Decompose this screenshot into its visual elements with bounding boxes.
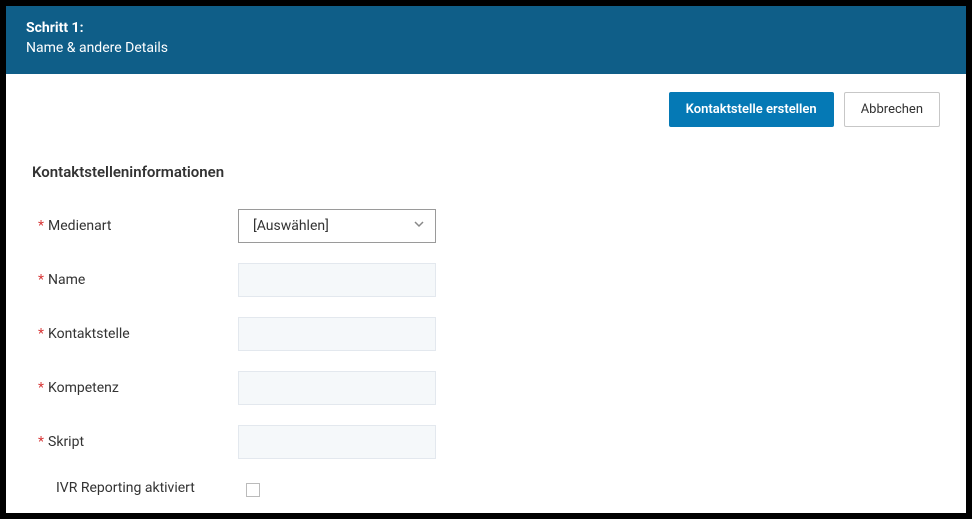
label-text: IVR Reporting aktiviert (56, 479, 195, 497)
label-ivr-reporting: IVR Reporting aktiviert (38, 479, 238, 497)
step-label: Schritt 1: (26, 20, 946, 36)
skill-input[interactable] (238, 371, 436, 405)
required-asterisk: * (38, 218, 44, 234)
label-media-type: * Medienart (38, 218, 238, 234)
chevron-down-icon (413, 218, 425, 234)
script-input[interactable] (238, 425, 436, 459)
media-type-select[interactable]: [Auswählen] (238, 209, 436, 243)
ivr-reporting-checkbox[interactable] (246, 483, 260, 497)
row-name: * Name (38, 263, 940, 297)
section-title: Kontaktstelleninformationen (32, 163, 940, 181)
label-text: Kompetenz (48, 380, 119, 396)
label-text: Medienart (48, 218, 111, 234)
row-skill: * Kompetenz (38, 371, 940, 405)
row-script: * Skript (38, 425, 940, 459)
label-script: * Skript (38, 434, 238, 450)
wizard-header: Schritt 1: Name & andere Details (6, 6, 966, 74)
contact-point-input[interactable] (238, 317, 436, 351)
step-subtitle: Name & andere Details (26, 40, 946, 56)
required-asterisk: * (38, 380, 44, 396)
row-ivr-reporting: IVR Reporting aktiviert (38, 479, 940, 497)
label-text: Skript (48, 434, 84, 450)
cancel-button[interactable]: Abbrechen (844, 92, 940, 127)
form-rows: * Medienart [Auswählen] * Name (32, 209, 940, 497)
label-text: Name (48, 272, 85, 288)
create-button[interactable]: Kontaktstelle erstellen (669, 92, 834, 127)
label-text: Kontaktstelle (48, 326, 130, 342)
row-contact-point: * Kontaktstelle (38, 317, 940, 351)
required-asterisk: * (38, 326, 44, 342)
content: Kontaktstelle erstellen Abbrechen Kontak… (6, 74, 966, 513)
required-asterisk: * (38, 272, 44, 288)
select-value: [Auswählen] (253, 218, 329, 234)
label-skill: * Kompetenz (38, 380, 238, 396)
name-input[interactable] (238, 263, 436, 297)
row-media-type: * Medienart [Auswählen] (38, 209, 940, 243)
required-asterisk: * (38, 434, 44, 450)
label-name: * Name (38, 272, 238, 288)
action-bar: Kontaktstelle erstellen Abbrechen (32, 92, 940, 127)
label-contact-point: * Kontaktstelle (38, 326, 238, 342)
form-panel: Schritt 1: Name & andere Details Kontakt… (6, 6, 966, 513)
